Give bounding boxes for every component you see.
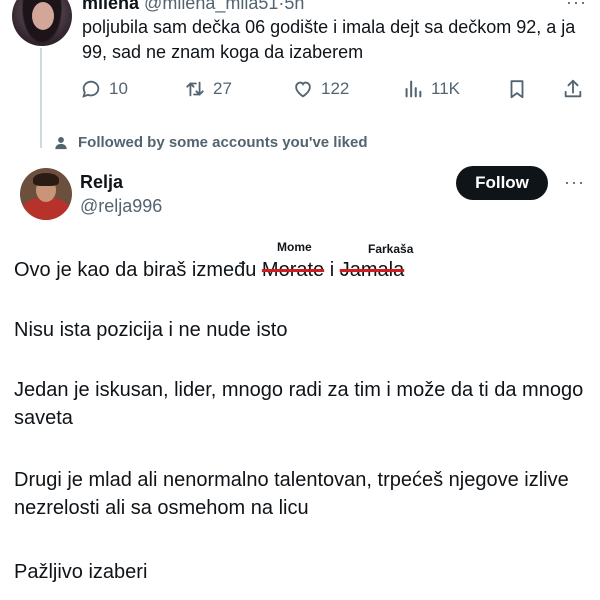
struck-word-morate: Morate [261,259,325,281]
avatar[interactable] [20,168,72,220]
handle[interactable]: @milena_mila51 [144,0,278,13]
more-options-icon[interactable]: ··· [566,0,587,13]
bookmark-icon [510,80,524,99]
social-context-text: Followed by some accounts you've liked [78,134,368,151]
heart-icon [295,81,311,98]
share-icon [564,79,582,98]
struck-word-jamala: Jamala [339,259,405,281]
repost-icon [186,81,204,97]
avatar[interactable] [12,0,72,46]
handle[interactable]: @relja996 [80,196,162,217]
like-button[interactable]: 122 [292,76,349,102]
annotation-mome: Mome [277,240,312,254]
annotation-farkasa: Farkaša [368,242,414,256]
tweet-text: poljubila sam dečka 06 godište i imala d… [82,17,576,62]
share-button[interactable] [562,76,584,102]
reply-paragraph: Jedan je iskusan, lider, mnogo radi za t… [14,379,584,429]
reply-text: i [324,259,340,281]
display-name[interactable]: milena [82,0,139,13]
repost-button[interactable]: 27 [184,76,232,102]
display-name[interactable]: Relja [80,172,123,193]
reply-paragraph: Nisu ista pozicija i ne nude isto [14,319,288,341]
tweet-actions: 10 27 122 11K [80,76,590,102]
views-button[interactable]: 11K [402,76,460,102]
views-count: 11K [431,79,460,98]
person-icon [55,136,67,149]
reply-text-line-1: Ovo je kao da biraš između Morate i Jama… [14,256,586,284]
timestamp[interactable]: 5h [284,0,304,13]
social-context: Followed by some accounts you've liked [54,134,367,151]
avatar-face [32,2,54,30]
repost-count: 27 [213,79,232,98]
bookmark-button[interactable] [506,76,528,102]
tweet-header: milena @milena_mila51·5h [82,0,304,14]
reply-text: Ovo je kao da biraš između [14,259,262,281]
follow-button[interactable]: Follow [456,166,548,200]
bar-chart-icon [405,80,422,98]
reply-count: 10 [109,79,128,98]
more-options-icon[interactable]: ··· [564,172,585,193]
reply-icon [82,80,100,98]
reply-paragraph: Drugi je mlad ali nenormalno talentovan,… [14,469,569,519]
reply-button[interactable]: 10 [80,76,128,102]
reply-paragraph: Pažljivo izaberi [14,561,148,583]
like-count: 122 [321,79,350,98]
thread-connector-line [40,48,42,148]
avatar-hair [33,173,59,186]
